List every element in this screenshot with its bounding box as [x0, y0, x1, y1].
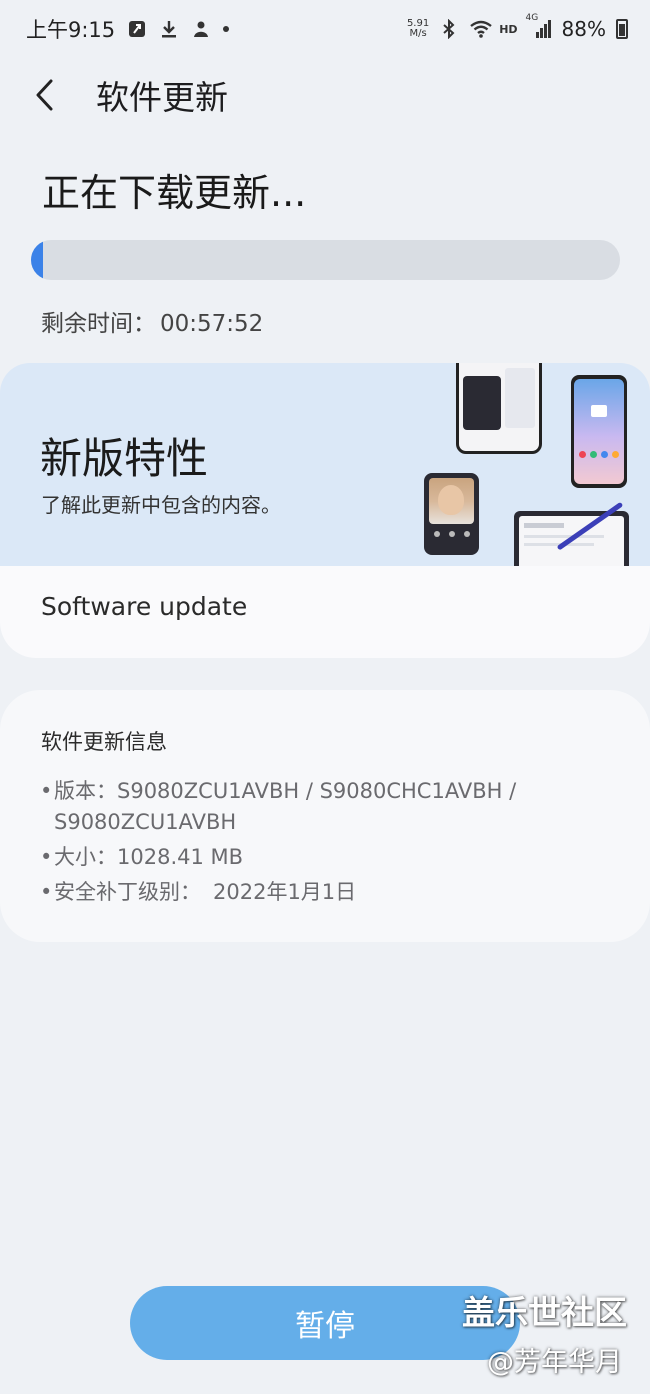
remaining-time: 剩余时间： 00:57:52 [41, 304, 263, 338]
update-info-list: • 版本：S9080ZCU1AVBH / S9080CHC1AVBH / S90… [40, 776, 600, 912]
network-speed: 5.91 M/s [407, 19, 429, 39]
status-bar-right: 5.91 M/s HD 4G 88% [407, 13, 628, 41]
update-info-card: 软件更新信息 • 版本：S9080ZCU1AVBH / S9080CHC1AVB… [0, 690, 650, 942]
security-patch-label: 安全补丁级别： [54, 880, 201, 904]
chevron-left-icon [36, 79, 53, 111]
size-value: 1028.41 MB [117, 845, 244, 869]
update-info-heading: 软件更新信息 [41, 730, 167, 754]
whats-new-card[interactable]: 新版特性 了解此更新中包含的内容。 Software update [0, 363, 650, 658]
version-value: S9080ZCU1AVBH / S9080CHC1AVBH / S9080ZCU… [54, 779, 517, 834]
status-bar-left: 上午9:15 [26, 14, 230, 44]
network-type-label: 4G [525, 13, 539, 23]
fold-phone-image [456, 363, 542, 454]
remaining-time-label: 剩余时间： [41, 311, 156, 337]
version-label: 版本： [54, 779, 117, 803]
cellular-signal-icon: 4G [526, 13, 552, 39]
version-item: • 版本：S9080ZCU1AVBH / S9080CHC1AVBH / S90… [40, 776, 600, 838]
status-time: 上午9:15 [26, 18, 116, 42]
battery-percent: 88% [561, 17, 606, 41]
bluetooth-icon [439, 18, 459, 40]
download-icon [159, 19, 179, 39]
app-header: 软件更新 [0, 62, 650, 128]
security-patch-item: • 安全补丁级别： 2022年1月1日 [40, 877, 600, 908]
network-speed-unit: M/s [409, 28, 427, 39]
bullet-icon: • [40, 880, 53, 904]
software-update-link[interactable]: Software update [41, 592, 247, 621]
notification-dot-icon [223, 26, 230, 32]
screen-recorder-icon [127, 19, 147, 39]
download-progress-fill [31, 240, 43, 280]
battery-icon [616, 19, 628, 39]
wifi-icon [469, 19, 492, 39]
remaining-time-value: 00:57:52 [160, 311, 264, 337]
security-patch-value: 2022年1月1日 [213, 880, 357, 904]
size-item: • 大小：1028.41 MB [40, 842, 600, 873]
whats-new-subtitle: 了解此更新中包含的内容。 [41, 493, 281, 517]
download-status-title: 正在下载更新... [42, 171, 307, 215]
bixby-icon [191, 19, 211, 39]
pause-button-label: 暂停 [295, 1309, 355, 1344]
whats-new-title: 新版特性 [40, 434, 209, 483]
smartphone-image [571, 375, 627, 488]
watermark-community: 盖乐世社区 [462, 1293, 627, 1332]
bullet-icon: • [40, 779, 53, 803]
bullet-icon: • [40, 845, 53, 869]
watermark-author: @芳年华月 [487, 1347, 622, 1378]
software-update-link-row[interactable]: Software update [0, 566, 650, 658]
page-title: 软件更新 [96, 78, 228, 117]
status-bar: 上午9:15 5.91 M/s HD 4G 88% [0, 0, 650, 58]
whats-new-banner: 新版特性 了解此更新中包含的内容。 [0, 363, 650, 566]
software-update-screen: 上午9:15 5.91 M/s HD 4G 88% 软件更新 正在下载更新...… [0, 0, 650, 1394]
download-progress-bar [31, 240, 620, 280]
size-label: 大小： [54, 845, 117, 869]
flip-phone-image [424, 473, 479, 555]
back-button[interactable] [0, 62, 90, 128]
hd-voice-label: HD [499, 22, 518, 36]
